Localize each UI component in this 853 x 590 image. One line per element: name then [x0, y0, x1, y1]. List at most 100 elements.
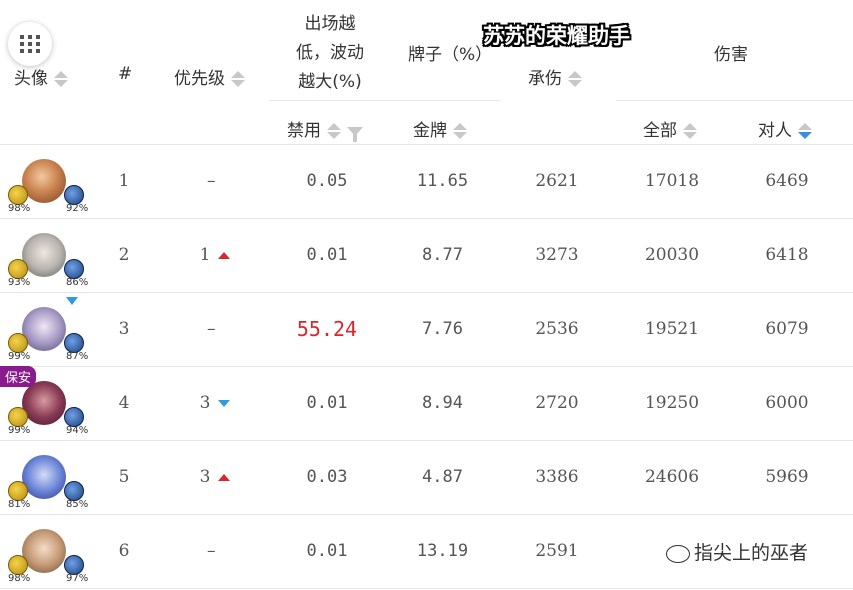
rank-badge-icon: [8, 555, 28, 575]
priority-value: –: [207, 171, 216, 191]
priority-cell: 3: [180, 393, 250, 413]
col-ban-header[interactable]: 禁用: [287, 116, 363, 142]
trend-down-icon: [218, 400, 231, 407]
col-priority-header[interactable]: 优先级: [174, 64, 245, 89]
grid-menu-button[interactable]: [8, 22, 52, 66]
priority-value: 3: [199, 467, 211, 487]
trend-up-icon: [218, 252, 231, 259]
col-dmg-vs-label: 对人: [758, 121, 792, 141]
priority-cell: –: [180, 541, 250, 561]
right-badge-value: 87%: [66, 351, 89, 362]
left-badge-value: 98%: [8, 573, 31, 584]
damage-all-cell: 17018: [644, 171, 700, 191]
hero-portrait: [22, 529, 66, 573]
ban-rate-cell: 0.03: [306, 467, 348, 487]
left-badge-value: 98%: [8, 203, 31, 214]
divider: [616, 100, 853, 101]
damage-all-cell: 19250: [644, 393, 700, 413]
col-tank-header[interactable]: 承伤: [528, 64, 582, 89]
rank-cell: 5: [118, 467, 130, 487]
right-badge-value: 92%: [66, 203, 89, 214]
col-tank-label: 承伤: [528, 69, 562, 89]
sort-icon[interactable]: [798, 122, 812, 140]
hero-avatar[interactable]: 81% 85%: [0, 453, 88, 513]
rank-badge-icon: [8, 333, 28, 353]
hero-portrait: [22, 159, 66, 203]
priority-value: –: [207, 319, 216, 339]
right-badge-value: 94%: [66, 425, 89, 436]
priority-value: 1: [199, 245, 211, 265]
damage-all-cell: 19521: [644, 319, 700, 339]
sort-icon[interactable]: [683, 122, 697, 140]
rank-badge-icon: [8, 259, 28, 279]
hero-avatar[interactable]: 99% 87%: [0, 305, 88, 365]
rank-cell: 4: [118, 393, 130, 413]
right-badge-value: 85%: [66, 499, 89, 510]
tank-cell: 2591: [535, 541, 579, 561]
rank-cell: 3: [118, 319, 130, 339]
col-card-group-header: 牌子（%）: [408, 45, 493, 65]
sort-icon[interactable]: [453, 122, 467, 140]
priority-value: 3: [199, 393, 211, 413]
damage-vs-cell: 5969: [765, 467, 809, 487]
col-dmg-all-header[interactable]: 全部: [643, 116, 697, 141]
ban-rate-cell: 0.05: [306, 171, 348, 191]
hero-avatar[interactable]: 99% 94%: [0, 379, 88, 439]
row-divider: [0, 588, 853, 589]
skin-badge-icon: [64, 185, 84, 205]
hero-portrait: [22, 233, 66, 277]
damage-all-cell: 20030: [644, 245, 700, 265]
tank-cell: 2536: [535, 319, 579, 339]
overlay-footer: 指尖上的巫者: [666, 538, 808, 565]
left-badge-value: 93%: [8, 277, 31, 288]
hero-tag: 保安: [0, 366, 37, 387]
skin-badge-icon: [64, 481, 84, 501]
right-badge-value: 86%: [66, 277, 89, 288]
col-priority-label: 优先级: [174, 69, 225, 89]
gold-rate-cell: 8.77: [422, 245, 463, 265]
left-badge-value: 99%: [8, 425, 31, 436]
left-badge-value: 81%: [8, 499, 31, 510]
hero-avatar[interactable]: 93% 86%: [0, 231, 88, 291]
filter-icon[interactable]: [347, 126, 363, 142]
sort-icon[interactable]: [54, 70, 68, 88]
rank-badge-icon: [8, 185, 28, 205]
col-dmg-vs-header[interactable]: 对人: [758, 116, 812, 141]
col-gold-header[interactable]: 金牌: [413, 116, 467, 141]
damage-vs-cell: 6469: [765, 171, 809, 191]
ban-rate-cell: 0.01: [306, 245, 348, 265]
priority-cell: 1: [180, 245, 250, 265]
skin-badge-icon: [64, 259, 84, 279]
row-divider: [0, 366, 853, 367]
col-ban-group-header: 出场越低，波动越大(%): [296, 14, 364, 92]
hero-avatar[interactable]: 98% 92%: [0, 157, 88, 217]
priority-cell: –: [180, 319, 250, 339]
damage-vs-cell: 6000: [765, 393, 809, 413]
tank-cell: 2720: [535, 393, 579, 413]
row-divider: [0, 218, 853, 219]
col-damage-group-header: 伤害: [714, 45, 748, 65]
ban-rate-cell: 0.01: [306, 541, 348, 561]
sort-icon[interactable]: [327, 122, 341, 140]
col-gold-label: 金牌: [413, 121, 447, 141]
sort-icon[interactable]: [231, 70, 245, 88]
gold-rate-cell: 11.65: [416, 171, 469, 191]
gold-rate-cell: 8.94: [422, 393, 463, 413]
damage-all-cell: 24606: [644, 467, 700, 487]
hero-portrait: [22, 307, 66, 351]
right-badge-value: 97%: [66, 573, 89, 584]
row-divider: [0, 292, 853, 293]
rank-cell: 6: [118, 541, 130, 561]
rank-badge-icon: [8, 481, 28, 501]
tank-cell: 3273: [535, 245, 579, 265]
col-hero-header[interactable]: 头像: [14, 64, 68, 89]
tank-cell: 3386: [535, 467, 579, 487]
hero-avatar[interactable]: 98% 97%: [0, 527, 88, 587]
divider: [0, 144, 853, 145]
skin-badge-icon: [64, 407, 84, 427]
hero-portrait: [22, 455, 66, 499]
sort-icon[interactable]: [568, 70, 582, 88]
gold-rate-cell: 7.76: [422, 319, 463, 339]
row-divider: [0, 440, 853, 441]
overlay-title: 苏苏的荣耀助手: [483, 24, 630, 48]
